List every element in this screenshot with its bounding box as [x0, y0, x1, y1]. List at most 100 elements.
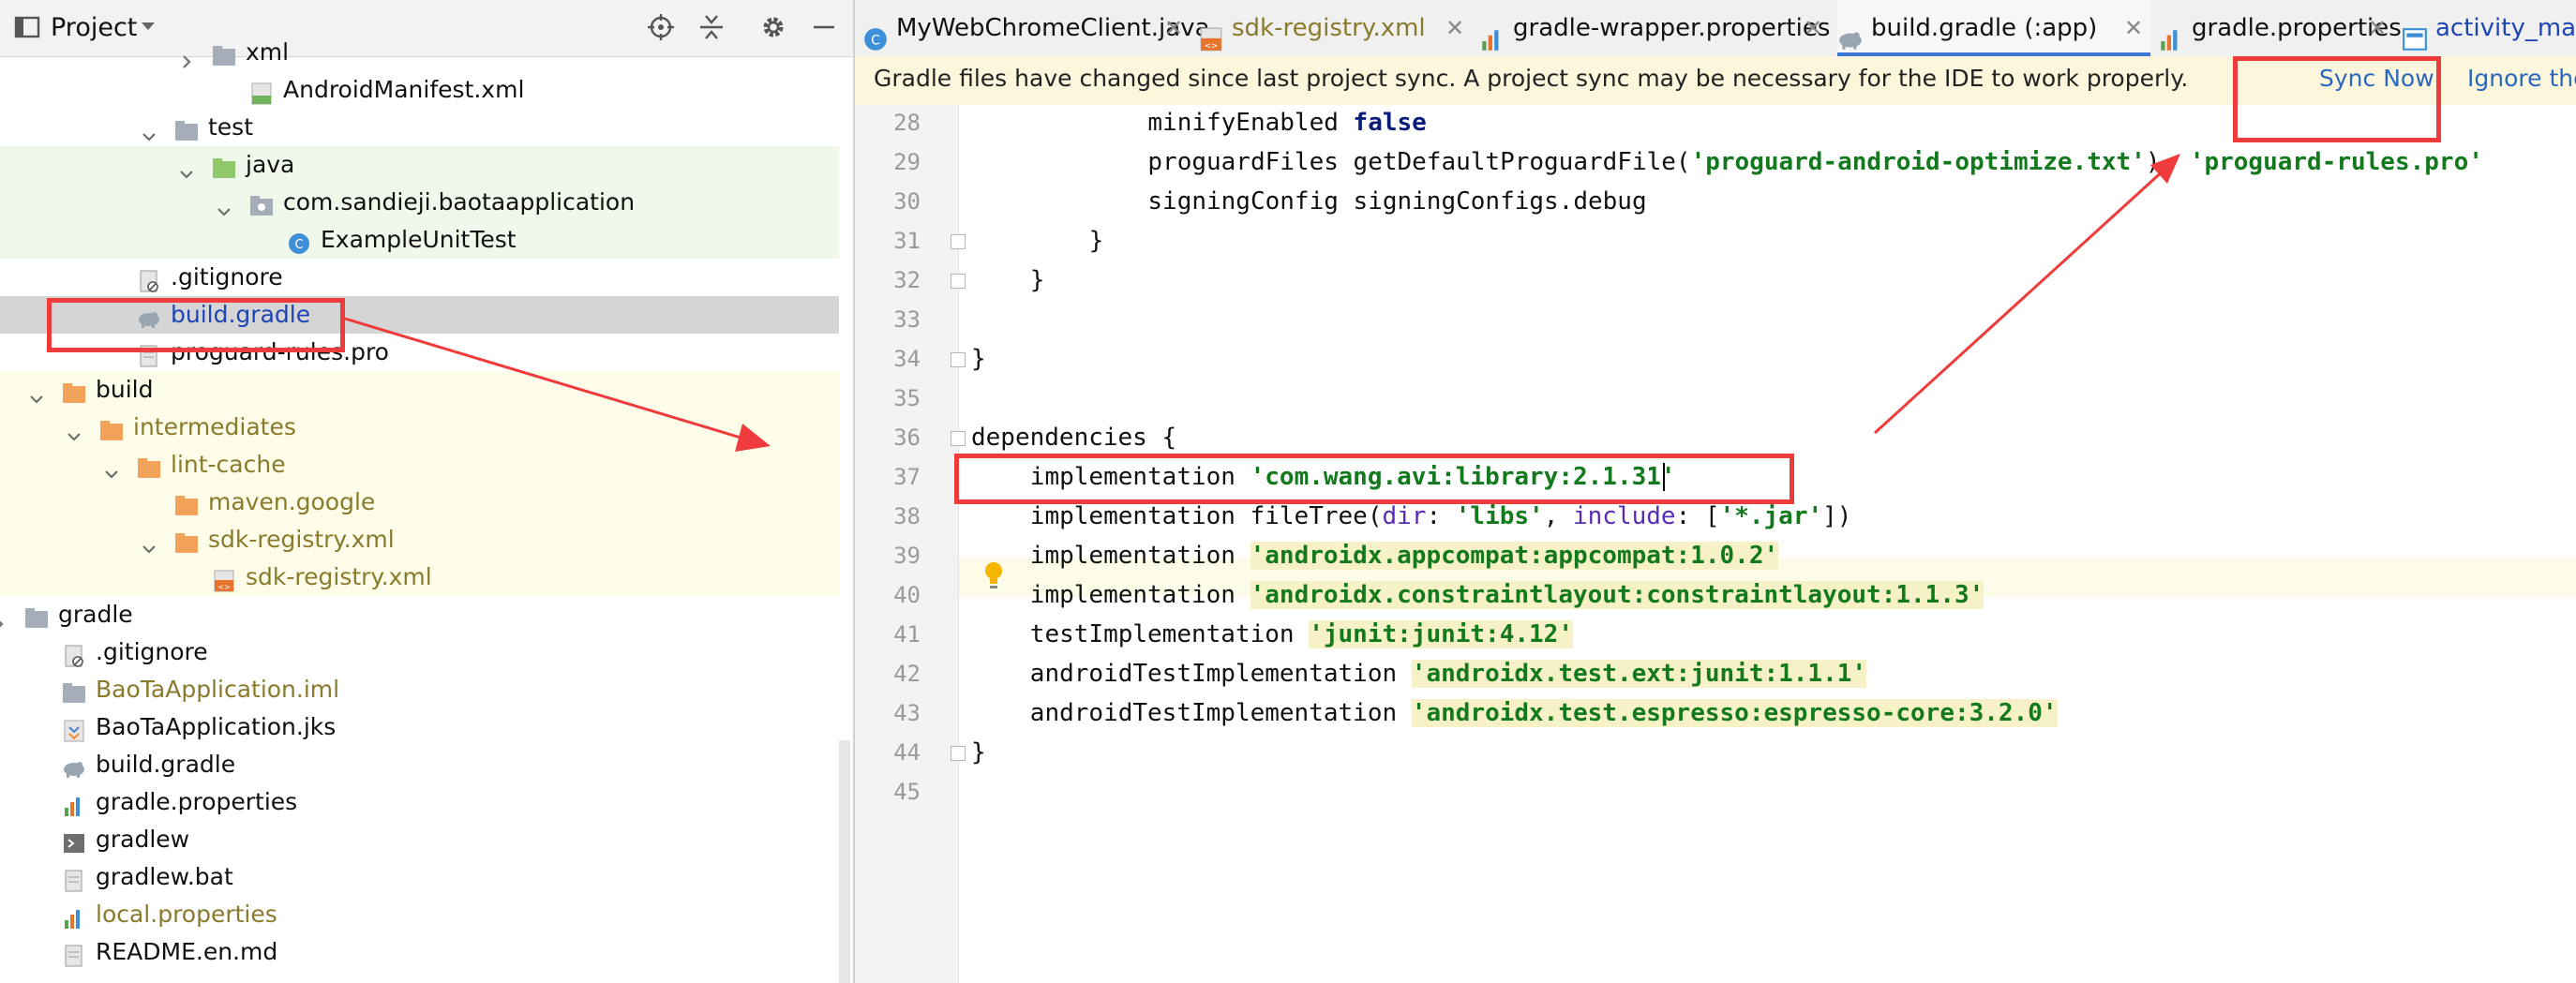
file-icon [62, 866, 86, 892]
close-tab-icon[interactable]: ✕ [2368, 0, 2387, 56]
tab-build-gradle-app[interactable]: build.gradle (:app) ✕ [1837, 0, 2150, 56]
tree-item-intermediates[interactable]: intermediates [0, 409, 839, 446]
properties-icon [62, 791, 86, 816]
code-token: } [1088, 227, 1104, 255]
java-class-icon: C [862, 16, 889, 51]
package-icon [249, 191, 274, 216]
code-line: implementation 'com.wang.avi:library:2.1… [1030, 457, 1676, 497]
tree-item-label: ExampleUnitTest [321, 226, 517, 253]
tree-item-gradle-properties[interactable]: gradle.properties [0, 783, 839, 821]
tree-item-exampleunittest[interactable]: C ExampleUnitTest [0, 221, 839, 259]
code-line: } [1089, 221, 1104, 261]
code-token-kw: false [1353, 109, 1427, 137]
tree-item-java[interactable]: java [0, 146, 839, 184]
code-token: minifyEnabled [1147, 109, 1354, 137]
gradle-sync-banner: Gradle files have changed since last pro… [855, 56, 2576, 106]
sync-now-link[interactable]: Sync Now [2319, 65, 2434, 92]
line-number: 41 [893, 621, 921, 648]
code-token: testImplementation [1029, 620, 1310, 648]
tab-label: build.gradle (:app) [1871, 14, 2098, 42]
code-token-str: 'proguard-android-optimize.txt' [1690, 148, 2146, 176]
lightbulb-icon[interactable] [982, 560, 1005, 592]
fold-marker-icon[interactable] [951, 352, 966, 367]
code-token: : [ [1675, 502, 1720, 530]
editor-gutter: 28 29 30 31 32 33 34 35 36 37 38 39 40 41 42 43 44 45 [855, 105, 966, 983]
chevron-right-icon[interactable] [0, 606, 7, 628]
jks-icon [62, 716, 86, 742]
fold-marker-icon[interactable] [951, 274, 966, 289]
folder-icon [24, 603, 49, 628]
fold-marker-icon[interactable] [951, 746, 966, 761]
tree-item-gradle[interactable]: gradle [0, 596, 839, 633]
line-number: 40 [893, 582, 921, 608]
tree-item-lint-cache[interactable]: lint-cache [0, 446, 839, 484]
tree-item-local-properties[interactable]: local.properties [0, 896, 839, 933]
code-token: ]) [1822, 502, 1852, 530]
tree-item-sdk-registry-xml[interactable]: <> sdk-registry.xml [0, 559, 839, 596]
code-token: signingConfig signingConfigs.debug [1147, 187, 1647, 216]
tree-item-build[interactable]: build [0, 371, 839, 409]
tree-item-gitignore[interactable]: .gitignore [0, 633, 839, 671]
tab-gradle-wrapper-properties[interactable]: gradle-wrapper.properties ✕ [1479, 0, 1830, 56]
close-tab-icon[interactable]: ✕ [1804, 0, 1822, 56]
tree-item-gradlew-bat[interactable]: gradlew.bat [0, 858, 839, 896]
code-token-str: 'libs' [1455, 502, 1544, 530]
svg-text:C: C [871, 33, 880, 48]
orange-folder-icon [62, 379, 86, 403]
tab-sdk-registry-xml[interactable]: <> sdk-registry.xml ✕ [1198, 0, 1472, 56]
tree-item-test[interactable]: test [0, 109, 839, 146]
tree-item-androidmanifest-xml[interactable]: AndroidManifest.xml [0, 71, 839, 109]
tab-gradle-properties[interactable]: gradle.properties ✕ [2158, 0, 2402, 56]
tree-item-label: BaoTaApplication.iml [96, 676, 340, 703]
code-token: } [971, 345, 986, 373]
code-token-string: 'androidx.test.espresso:espresso-core:3.… [1411, 699, 2058, 727]
tree-item-build-gradle[interactable]: build.gradle [0, 296, 839, 334]
tree-item-maven-google[interactable]: maven.google [0, 484, 839, 521]
code-line: signingConfig signingConfigs.debug [1147, 182, 1646, 221]
tree-item-baotaapplication-iml[interactable]: BaoTaApplication.iml [0, 671, 839, 708]
tree-item-readme-en-md[interactable]: README.en.md [0, 933, 839, 971]
close-tab-icon[interactable]: ✕ [1445, 0, 1464, 56]
code-line: } [1030, 261, 1045, 300]
code-token-param: include [1573, 502, 1676, 530]
fold-marker-icon[interactable] [951, 431, 966, 446]
manifest-icon [249, 79, 274, 105]
code-token-string: 'androidx.constraintlayout:constraintlay… [1250, 581, 1984, 609]
tree-item-build-gradle[interactable]: build.gradle [0, 746, 839, 783]
code-token: } [1029, 266, 1045, 294]
tree-item-proguard-rules-pro[interactable]: proguard-rules.pro [0, 334, 839, 371]
code-editor[interactable]: 28 29 30 31 32 33 34 35 36 37 38 39 40 41 42 43 44 45 min… [855, 105, 2576, 983]
chevron-down-icon[interactable] [28, 381, 45, 404]
properties-icon [62, 903, 86, 929]
chevron-down-icon[interactable] [141, 531, 157, 554]
tree-item-gradlew[interactable]: gradlew [0, 821, 839, 858]
chevron-down-icon[interactable] [141, 119, 157, 141]
fold-marker-icon[interactable] [951, 234, 966, 249]
close-tab-icon[interactable]: ✕ [1164, 0, 1183, 56]
code-line: testImplementation 'junit:junit:4.12' [1030, 615, 1573, 654]
project-panel-scrollbar[interactable] [839, 740, 850, 983]
tree-item-label: java [246, 151, 295, 178]
tree-item-xml[interactable]: xml [0, 34, 839, 71]
code-line: androidTestImplementation 'androidx.test… [1030, 654, 1867, 693]
tab-activity-ma[interactable]: activity_ma [2402, 0, 2576, 56]
code-token: : [1426, 502, 1456, 530]
chevron-right-icon[interactable] [178, 44, 195, 68]
code-token-str: 'com.wang.avi:library:2.1.31' [1250, 463, 1676, 491]
line-number: 45 [893, 779, 921, 805]
code-line: implementation fileTree(dir: 'libs', inc… [1030, 497, 1852, 536]
tab-mywebchromeclient-java[interactable]: C MyWebChromeClient.java ✕ [862, 0, 1210, 56]
tree-item-gitignore[interactable]: .gitignore [0, 259, 839, 296]
chevron-down-icon[interactable] [103, 456, 120, 479]
chevron-down-icon[interactable] [178, 156, 195, 179]
chevron-down-icon[interactable] [66, 419, 82, 441]
code-token: proguardFiles getDefaultProguardFile( [1147, 148, 1691, 176]
code-token-string: 'androidx.test.ext:junit:1.1.1' [1411, 660, 1867, 688]
tree-item-baotaapplication-jks[interactable]: BaoTaApplication.jks [0, 708, 839, 746]
gradle-icon [137, 304, 161, 328]
tree-item-com-sandieji-baotaapplication[interactable]: com.sandieji.baotaapplication [0, 184, 839, 221]
close-tab-icon[interactable]: ✕ [2124, 0, 2143, 56]
ignore-changes-link[interactable]: Ignore the [2467, 65, 2576, 92]
tree-item-sdk-registry-xml[interactable]: sdk-registry.xml [0, 521, 839, 559]
chevron-down-icon[interactable] [216, 194, 232, 216]
